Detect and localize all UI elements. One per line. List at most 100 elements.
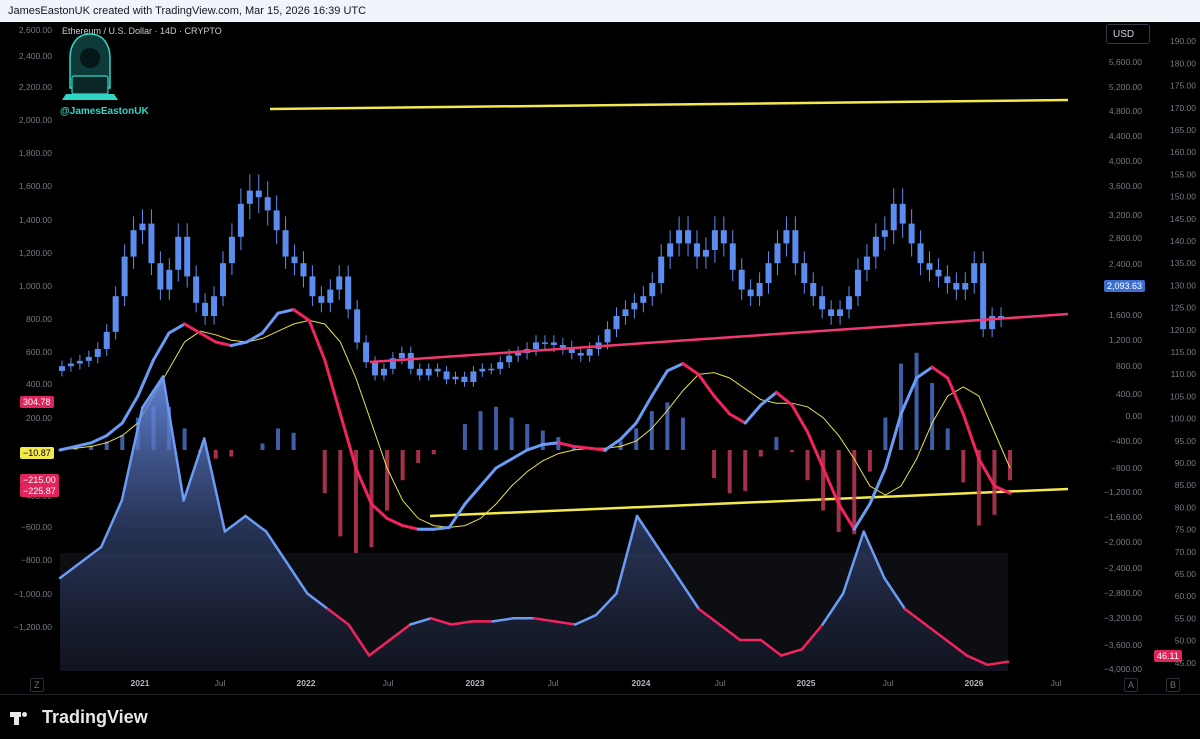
candle-body bbox=[434, 368, 441, 372]
candle-body bbox=[175, 236, 182, 270]
macd-hist-bar bbox=[385, 450, 390, 511]
right-axis-price-label: −800.00 bbox=[1111, 463, 1142, 473]
macd-hist-bar bbox=[182, 428, 187, 450]
right-axis-price-label: 4,400.00 bbox=[1109, 131, 1142, 141]
macd-line-segment bbox=[946, 376, 965, 416]
macd-line-segment bbox=[151, 331, 171, 362]
candle-body bbox=[926, 263, 933, 270]
left-axis-label: −600.00 bbox=[21, 522, 52, 532]
axis-a-button[interactable]: A bbox=[1124, 678, 1139, 692]
macd-line-segment bbox=[806, 430, 825, 470]
macd-line-segment bbox=[323, 358, 342, 416]
macd-line-segment bbox=[650, 369, 669, 398]
candle-body bbox=[622, 309, 629, 316]
candle-body bbox=[264, 197, 271, 211]
macd-hist-bar bbox=[805, 450, 810, 481]
candle-body bbox=[863, 256, 870, 270]
macd-hist-bar bbox=[680, 417, 685, 450]
right-axis-price-label: 1,600.00 bbox=[1109, 310, 1142, 320]
oscillator-area bbox=[60, 376, 1008, 671]
candle-body bbox=[363, 342, 370, 363]
right-axis-index-label: 75.00 bbox=[1175, 525, 1197, 535]
left-axis-label: −1,200.00 bbox=[14, 622, 52, 632]
candle-body bbox=[846, 296, 853, 310]
macd-line-segment bbox=[525, 443, 545, 452]
chart-svg[interactable]: 2,600.00 2,400.00 2,200.00 2,000.00 1,800.00… bbox=[0, 14, 1200, 694]
candle-body bbox=[327, 289, 334, 303]
candle-body bbox=[649, 283, 656, 297]
right-axis-index-label: 195.00 bbox=[1170, 22, 1196, 24]
candle-body bbox=[810, 283, 817, 297]
macd-line-segment bbox=[494, 457, 514, 470]
macd-line-segment bbox=[868, 466, 887, 506]
axis-b-button[interactable]: B bbox=[1166, 678, 1181, 692]
candle-body bbox=[345, 276, 352, 310]
candle-body bbox=[819, 296, 826, 310]
macd-hist-bar bbox=[260, 443, 265, 450]
candle-body bbox=[729, 243, 736, 270]
candle-body bbox=[747, 289, 754, 297]
currency-button[interactable]: USD bbox=[1106, 24, 1150, 44]
macd-hist-bar bbox=[649, 411, 654, 450]
candle-body bbox=[667, 243, 674, 257]
macd-line-segment bbox=[292, 308, 311, 322]
left-axis-label: 1,600.00 bbox=[19, 181, 52, 191]
right-axis-price-label: −2,400.00 bbox=[1104, 563, 1142, 573]
right-axis-index-label: 125.00 bbox=[1170, 303, 1196, 313]
support-trendline bbox=[369, 312, 1069, 364]
left-axis-label: 2,000.00 bbox=[19, 115, 52, 125]
macd-line-segment bbox=[743, 403, 763, 425]
right-axis-price-label: 4,000.00 bbox=[1109, 156, 1142, 166]
current-price-badge: 2,093.63 bbox=[1104, 280, 1146, 292]
macd-hist-bar bbox=[634, 428, 639, 450]
macd-hist-bar bbox=[898, 363, 903, 450]
brand-label: TradingView bbox=[42, 707, 148, 727]
candle-body bbox=[380, 368, 387, 376]
macd-line-segment bbox=[634, 394, 654, 425]
candle-body bbox=[461, 376, 468, 382]
macd-hist-bar bbox=[478, 411, 483, 450]
right-axis-index-label: 175.00 bbox=[1170, 81, 1196, 91]
macd-hist-bar bbox=[961, 450, 966, 483]
macd-line-segment bbox=[432, 525, 451, 531]
candle-body bbox=[407, 352, 414, 369]
chart-area[interactable]: 2,600.00 2,400.00 2,200.00 2,000.00 1,800.00… bbox=[0, 14, 1200, 694]
macd-line-segment bbox=[712, 394, 732, 416]
x-axis-label: 2025 bbox=[797, 678, 816, 688]
macd-line-segment bbox=[260, 311, 280, 335]
candle-body bbox=[398, 352, 405, 359]
right-axis-index-label: 115.00 bbox=[1171, 347, 1197, 357]
left-axis-label: 1,000.00 bbox=[19, 281, 52, 291]
candle-body bbox=[908, 223, 915, 244]
candle-body bbox=[765, 263, 772, 283]
macd-hist-bar bbox=[789, 450, 794, 453]
macd-hist-bar bbox=[727, 450, 732, 494]
right-axis-price-label: 400.00 bbox=[1116, 389, 1142, 399]
x-axis-label: Jul bbox=[715, 678, 726, 688]
macd-line-segment bbox=[354, 466, 373, 506]
axis-z-button[interactable]: Z bbox=[30, 678, 44, 692]
tradingview-brand[interactable]: TradingView bbox=[10, 707, 148, 728]
macd-value-badge: 304.78 bbox=[20, 396, 54, 408]
right-axis-index-label: 60.00 bbox=[1175, 591, 1197, 601]
macd-hist-bar bbox=[883, 417, 888, 450]
candle-body bbox=[309, 276, 316, 297]
macd-line-segment bbox=[105, 421, 124, 438]
candle-body bbox=[890, 203, 897, 231]
macd-line-segment bbox=[89, 434, 109, 445]
macd-line-segment bbox=[478, 466, 498, 488]
macd-hist-bar bbox=[509, 417, 514, 450]
candle-body bbox=[738, 269, 745, 290]
macd-hist-bar bbox=[774, 437, 779, 450]
candle-body bbox=[59, 366, 65, 371]
candle-body bbox=[613, 316, 620, 330]
macd-line-segment bbox=[74, 441, 93, 448]
candle-body bbox=[944, 276, 951, 283]
left-axis-label: 400.00 bbox=[26, 379, 52, 389]
macd-line-segment bbox=[852, 502, 872, 531]
macd-hist-bar bbox=[229, 450, 234, 457]
right-axis-price-label: 5,600.00 bbox=[1109, 57, 1142, 67]
candle-body bbox=[506, 355, 513, 363]
signal-value-badge: −10.87 bbox=[20, 447, 54, 459]
candle-body bbox=[291, 256, 298, 264]
